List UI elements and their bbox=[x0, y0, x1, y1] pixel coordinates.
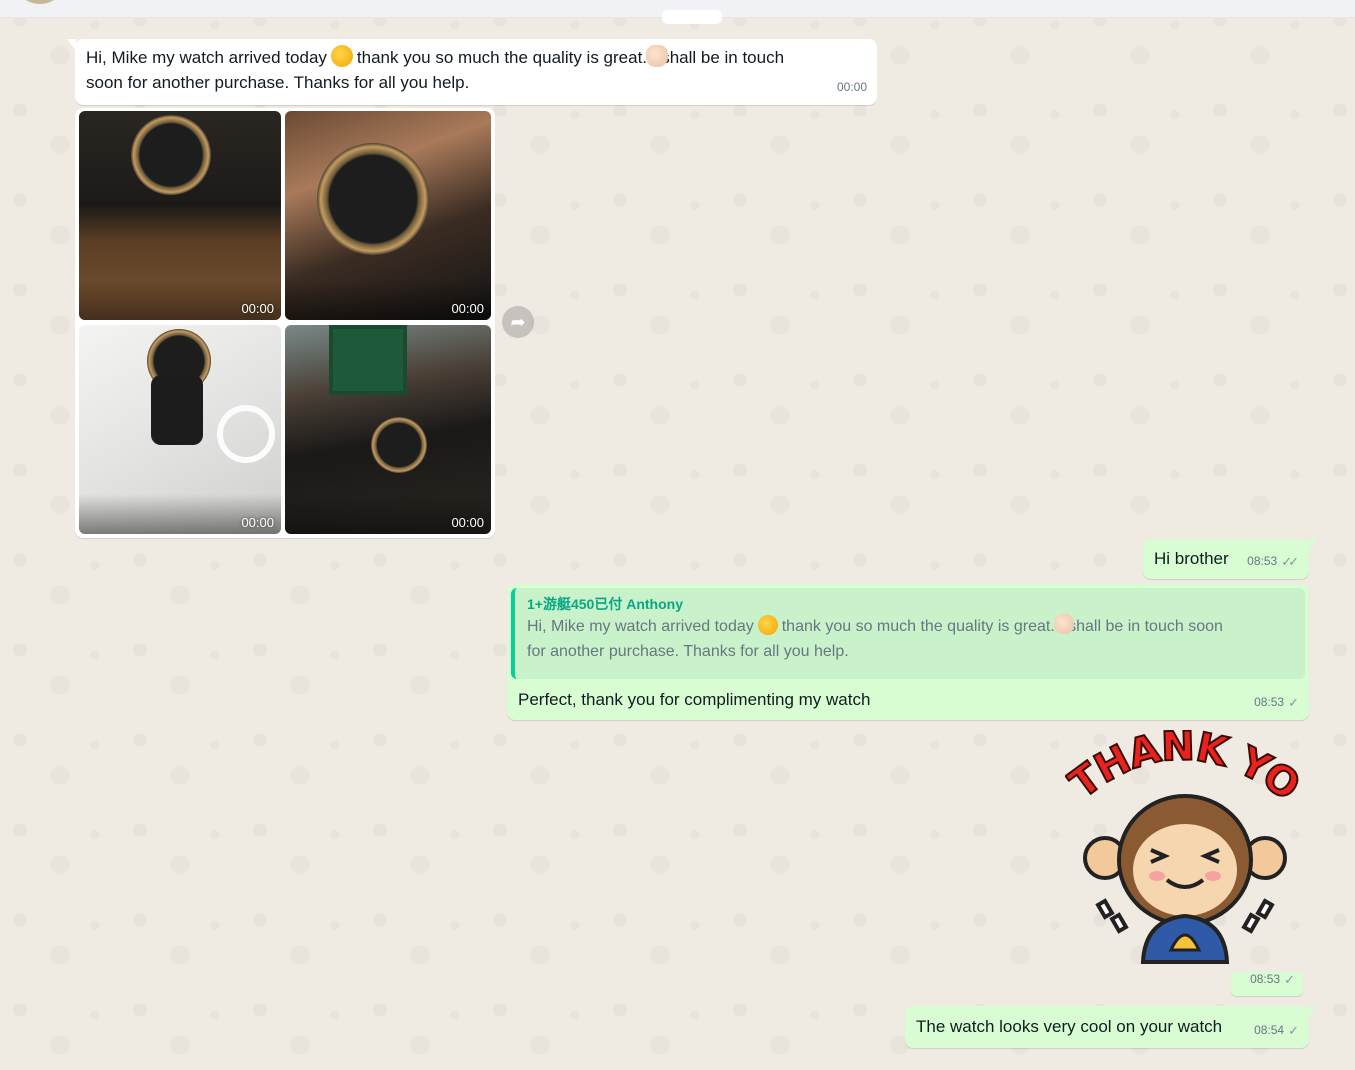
watch-box bbox=[329, 325, 407, 395]
oncoming-fist-icon bbox=[757, 615, 778, 635]
date-pill bbox=[662, 10, 722, 24]
watch-image bbox=[317, 143, 429, 255]
photo-time: 00:00 bbox=[241, 301, 274, 316]
message-meta: 08:53 ✓ bbox=[1254, 690, 1299, 715]
message-time: 08:53 bbox=[1254, 695, 1285, 709]
photo-time: 00:00 bbox=[451, 515, 484, 530]
message-time: 08:53 bbox=[1250, 972, 1281, 986]
message-meta: 08:53 ✓✓ bbox=[1247, 549, 1299, 574]
reply-message[interactable]: 1+游艇450已付 Anthony Hi, Mike my watch arri… bbox=[507, 584, 1309, 720]
message-time: 08:53 bbox=[1247, 554, 1278, 568]
watch-strap bbox=[151, 375, 203, 445]
photo-thumbnail[interactable]: 00:00 bbox=[285, 111, 491, 320]
photo-time: 00:00 bbox=[241, 515, 274, 530]
message-meta: 08:54 ✓ bbox=[1254, 1018, 1299, 1043]
double-check-icon: ✓✓ bbox=[1281, 554, 1299, 569]
monkey-sticker-icon: THANK YOU bbox=[1048, 693, 1309, 964]
watch-image bbox=[131, 115, 211, 195]
outgoing-message[interactable]: The watch looks very cool on your watch … bbox=[905, 1006, 1317, 1048]
quoted-message[interactable]: 1+游艇450已付 Anthony Hi, Mike my watch arri… bbox=[511, 588, 1305, 679]
photo-thumbnail[interactable]: 00:00 bbox=[79, 111, 281, 320]
quote-author: 1+游艇450已付 Anthony bbox=[527, 596, 683, 612]
message-text: Hi brother bbox=[1154, 549, 1229, 568]
thumbs-up-icon bbox=[1054, 614, 1075, 634]
watch-image bbox=[371, 417, 427, 473]
thumbs-up-icon bbox=[646, 45, 669, 67]
message-meta: 00:00 bbox=[837, 75, 867, 100]
clear-case-ring bbox=[217, 405, 275, 463]
thank-you-sticker[interactable]: THANK YOU bbox=[1048, 693, 1310, 970]
check-icon: ✓ bbox=[1284, 972, 1295, 987]
check-icon: ✓ bbox=[1288, 695, 1299, 710]
check-icon: ✓ bbox=[1288, 1023, 1299, 1038]
quote-text: Hi, Mike my watch arrived today thank you… bbox=[527, 614, 1295, 664]
photo-album[interactable]: 00:00 00:00 00:00 00:00 bbox=[75, 108, 495, 538]
outgoing-message[interactable]: Hi brother 08:53 ✓✓ bbox=[1143, 539, 1317, 579]
message-text: Hi, Mike my watch arrived today thank you… bbox=[86, 45, 867, 95]
photo-time: 00:00 bbox=[451, 301, 484, 316]
photo-thumbnail[interactable]: 00:00 bbox=[79, 325, 281, 534]
message-text: Perfect, thank you for complimenting my … bbox=[518, 690, 871, 709]
incoming-message[interactable]: Hi, Mike my watch arrived today thank you… bbox=[67, 39, 877, 105]
message-text: The watch looks very cool on your watch bbox=[916, 1017, 1223, 1036]
chat-header bbox=[0, 0, 1355, 24]
photo-thumbnail[interactable]: 00:00 bbox=[285, 325, 491, 534]
message-time: 00:00 bbox=[836, 80, 867, 94]
message-time: 08:54 bbox=[1254, 1023, 1285, 1037]
oncoming-fist-icon bbox=[330, 45, 353, 67]
avatar[interactable] bbox=[22, 0, 58, 4]
forward-icon[interactable]: ➦ bbox=[502, 306, 534, 338]
sticker-meta: 08:53 ✓ bbox=[1231, 972, 1303, 996]
